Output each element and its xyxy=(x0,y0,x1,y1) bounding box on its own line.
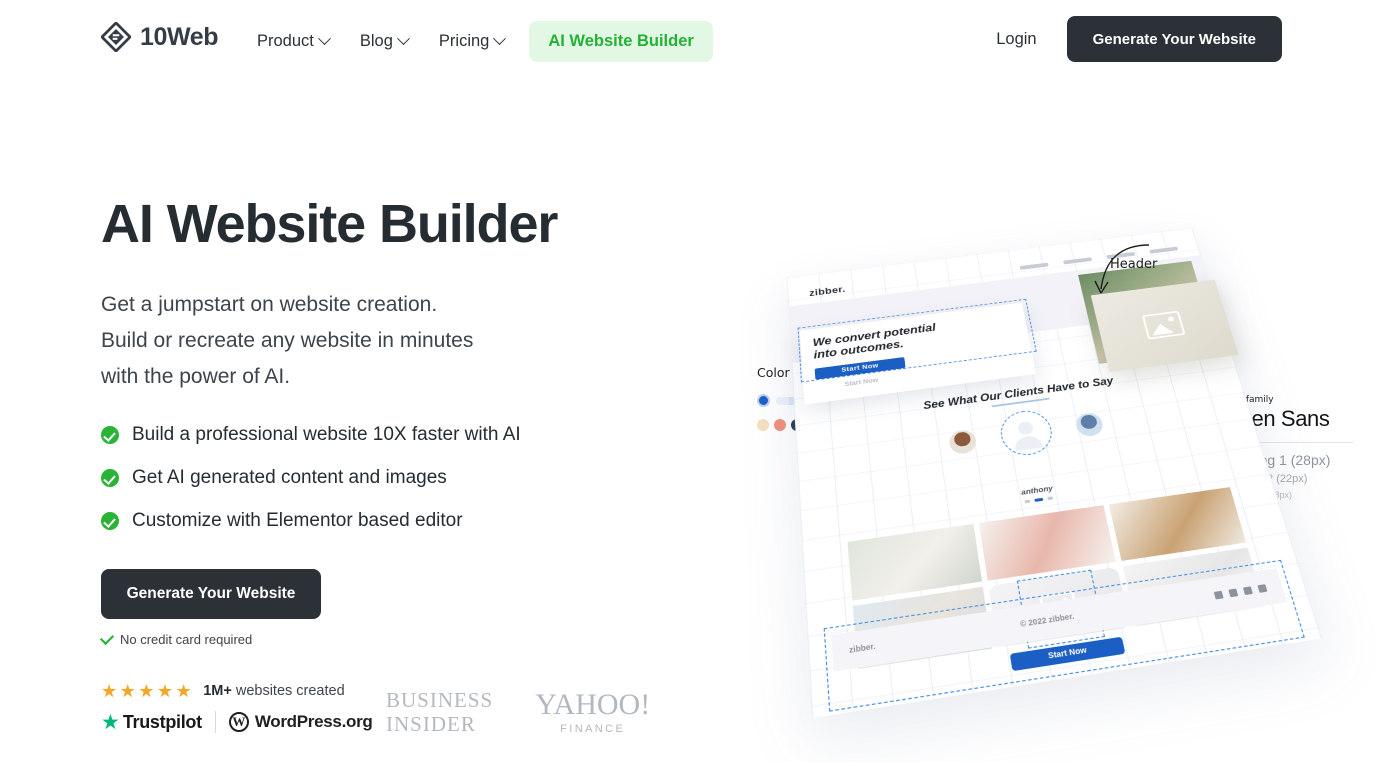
swatch xyxy=(757,419,769,431)
chevron-down-icon xyxy=(493,32,507,46)
instagram-icon xyxy=(1242,585,1253,595)
nav-item-blog[interactable]: Blog xyxy=(360,24,422,59)
image-placeholder-icon xyxy=(1141,310,1186,340)
nav-item-product-label: Product xyxy=(257,32,314,50)
business-insider-logo: BUSINESS INSIDER xyxy=(386,688,493,736)
mockup-footer-brand: zibber. xyxy=(848,642,876,655)
website-mockup: zibber. We convert potential into outcom… xyxy=(786,227,1322,719)
chevron-down-icon xyxy=(397,32,410,46)
trustpilot-badge[interactable]: ★ Trustpilot xyxy=(101,712,202,733)
logo-link[interactable]: 10Web xyxy=(99,20,219,54)
no-credit-card-note: No credit card required xyxy=(99,631,701,648)
page-title: AI Website Builder xyxy=(101,194,558,254)
trustpilot-star-icon: ★ xyxy=(101,710,120,734)
trust-badges: ★ Trustpilot W WordPress.org xyxy=(101,711,373,733)
feature-label: Get AI generated content and images xyxy=(132,466,447,488)
check-icon xyxy=(99,631,115,646)
header-generate-website-button[interactable]: Generate Your Website xyxy=(1066,16,1282,62)
nav-item-product[interactable]: Product xyxy=(257,24,343,59)
chevron-down-icon xyxy=(318,32,331,46)
check-circle-icon xyxy=(101,512,119,530)
site-header: 10Web Product Blog Pricing AI Website Bu… xyxy=(0,0,1386,78)
login-link[interactable]: Login xyxy=(996,30,1036,49)
badge-divider xyxy=(214,711,216,733)
hero-generate-website-button[interactable]: Generate Your Website xyxy=(101,569,321,620)
wordpress-icon: W xyxy=(228,712,249,732)
facebook-icon xyxy=(1228,588,1239,597)
yahoo-finance-line-2: FINANCE xyxy=(560,722,626,735)
swatch xyxy=(774,419,786,431)
feature-label: Build a professional website 10X faster … xyxy=(132,424,521,446)
mockup-footer-copyright: © 2022 zibber. xyxy=(1019,612,1075,629)
hero-subtitle-line-3: with the power of AI. xyxy=(101,364,291,388)
nav-item-pricing-label: Pricing xyxy=(438,32,490,50)
mockup-brand: zibber. xyxy=(808,284,846,299)
check-circle-icon xyxy=(101,426,119,445)
header-actions: Login Generate Your Website xyxy=(996,16,1282,62)
mockup-footer-social-icons xyxy=(1213,583,1268,599)
business-insider-line-1: BUSINESS xyxy=(386,688,494,712)
hero-subtitle: Get a jumpstart on website creation. Bui… xyxy=(101,287,701,395)
avatar xyxy=(947,428,978,455)
header-arrow-icon xyxy=(1094,244,1150,294)
list-item: Customize with Elementor based editor xyxy=(101,510,701,533)
yahoo-finance-logo: YAHOO! FINANCE xyxy=(535,687,651,735)
press-logos: BUSINESS INSIDER YAHOO! FINANCE xyxy=(386,688,650,736)
nav-item-blog-label: Blog xyxy=(359,32,393,50)
rating-row: ★★★★★ 1M+ websites created xyxy=(101,682,372,700)
trustpilot-label: Trustpilot xyxy=(122,711,202,732)
star-rating-icon: ★★★★★ xyxy=(101,681,195,701)
yahoo-finance-line-1: YAHOO! xyxy=(535,687,651,721)
main-nav: Product Blog Pricing AI Website Builder xyxy=(257,21,713,62)
nav-item-pricing[interactable]: Pricing xyxy=(439,24,518,59)
diamond-logo-icon xyxy=(99,20,133,54)
avatar-selected xyxy=(997,407,1056,459)
websites-created-count: 1M+ xyxy=(203,683,232,699)
feature-label: Customize with Elementor based editor xyxy=(132,509,463,531)
no-credit-card-label: No credit card required xyxy=(120,632,253,648)
mockup-nav-link xyxy=(1019,262,1049,270)
social-proof: ★★★★★ 1M+ websites created ★ Trustpilot … xyxy=(101,682,373,733)
feature-list: Build a professional website 10X faster … xyxy=(101,424,701,532)
wordpress-label: WordPress.org xyxy=(254,712,373,731)
nav-item-ai-website-builder[interactable]: AI Website Builder xyxy=(529,21,713,62)
color-slider-knob-icon xyxy=(757,394,770,407)
hero-content: AI Website Builder Get a jumpstart on we… xyxy=(99,194,701,648)
hero-illustration: Color palette Font-family Open Sans xyxy=(745,215,1353,719)
hero-subtitle-line-2: Build or recreate any website in minutes xyxy=(101,328,474,352)
wordpress-badge[interactable]: W WordPress.org xyxy=(228,712,373,732)
avatar xyxy=(1073,411,1105,438)
twitter-icon xyxy=(1213,590,1224,599)
logo-text: 10Web xyxy=(140,22,219,51)
hero-subtitle-line-1: Get a jumpstart on website creation. xyxy=(101,292,438,316)
linkedin-icon xyxy=(1257,583,1268,593)
websites-created-suffix: websites created xyxy=(235,683,345,699)
business-insider-line-2: INSIDER xyxy=(386,712,476,737)
list-item: Build a professional website 10X faster … xyxy=(101,424,701,447)
list-item: Get AI generated content and images xyxy=(101,467,701,490)
mockup-page: zibber. We convert potential into outcom… xyxy=(786,227,1322,719)
websites-created-text: 1M+ websites created xyxy=(203,683,344,699)
check-circle-icon xyxy=(101,469,119,488)
